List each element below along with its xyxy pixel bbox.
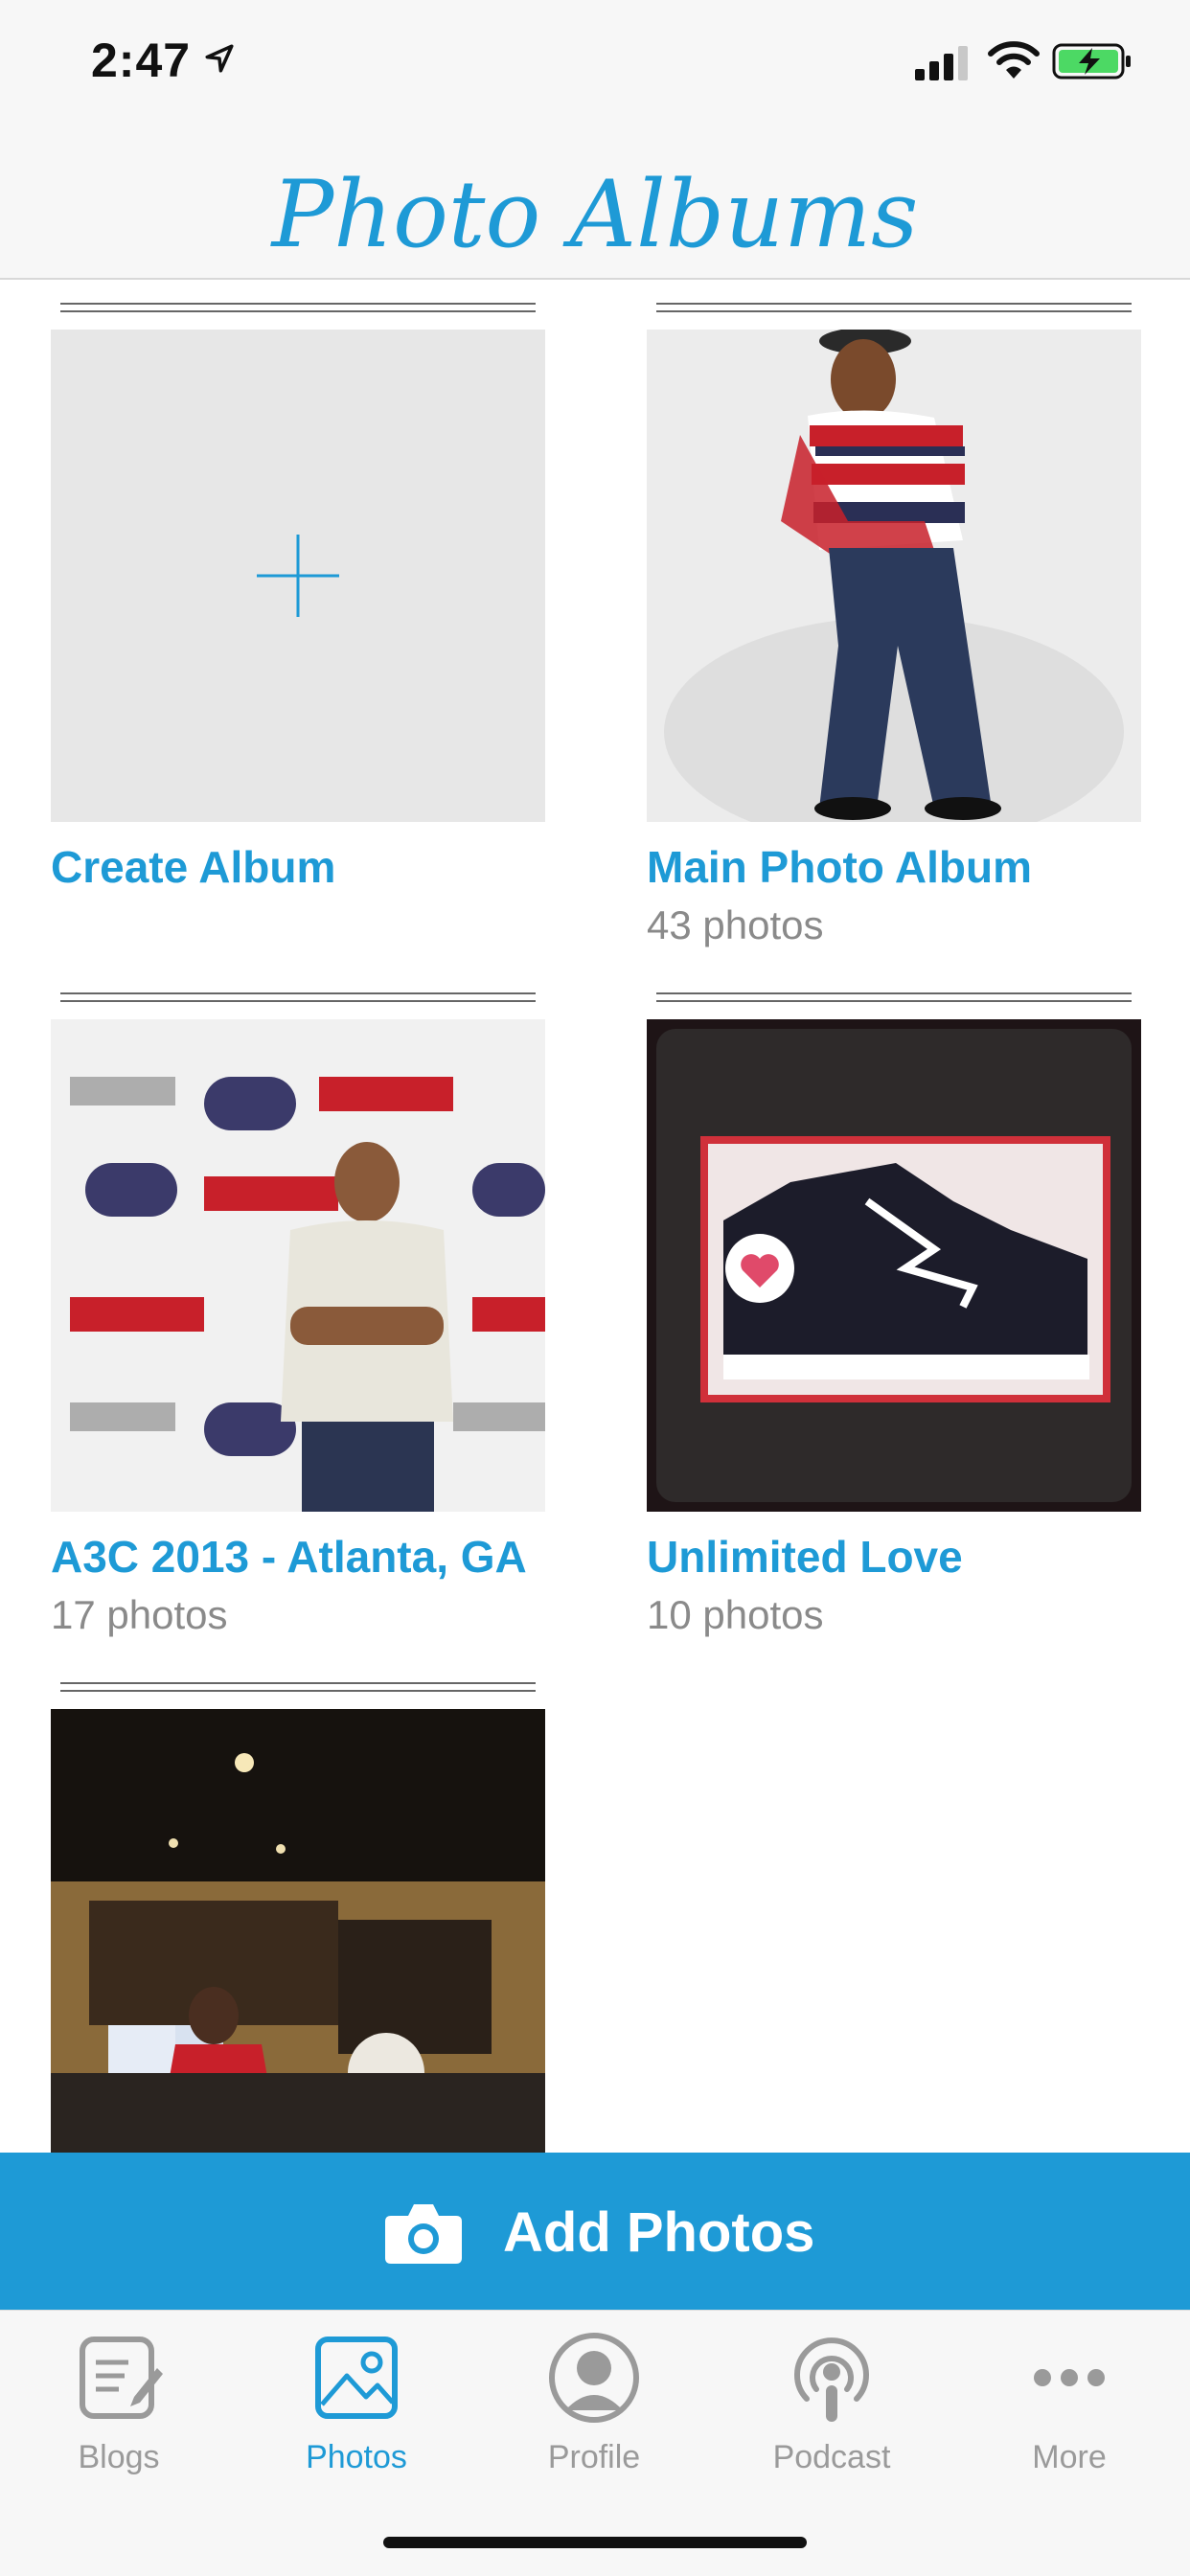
album-cover-image[interactable] [51,1709,545,2153]
tab-blogs[interactable]: Blogs [0,2330,238,2502]
add-photos-button[interactable]: Add Photos [0,2153,1190,2310]
status-time: 2:47 [91,34,192,87]
wifi-icon [988,41,1040,79]
tab-more[interactable]: More [950,2330,1188,2502]
tab-label: Blogs [78,2439,160,2475]
plus-icon [51,330,545,822]
photos-icon [315,2337,398,2419]
home-indicator [383,2537,807,2548]
tab-label: More [1032,2439,1107,2475]
album-photo-count: 17 photos [51,1592,228,1637]
album-divider [60,303,536,312]
album-title[interactable]: Create Album [51,841,335,893]
tab-label: Profile [547,2439,641,2475]
location-arrow-icon [205,44,234,73]
profile-icon [549,2333,639,2423]
add-photos-label: Add Photos [503,2201,815,2264]
album-title[interactable]: A3C 2013 - Atlanta, GA [51,1531,527,1583]
album-photo-count: 10 photos [647,1592,824,1637]
navigation-header: Photo Albums [0,134,1190,280]
album-divider [656,303,1132,312]
album-cover-image[interactable] [647,330,1141,822]
more-icon [1034,2369,1105,2386]
album-divider [60,992,536,1002]
cellular-signal-icon [915,46,968,80]
album-title[interactable]: Unlimited Love [647,1531,963,1583]
battery-charging-icon [1052,43,1131,80]
status-bar: 2:47 [0,0,1190,134]
camera-icon [385,2204,462,2264]
podcast-icon [794,2337,869,2422]
tab-profile[interactable]: Profile [475,2330,713,2502]
tab-label: Photos [306,2439,407,2475]
album-photo-count: 43 photos [647,902,824,947]
album-cover-image[interactable] [51,1019,545,1512]
page-title: Photo Albums [271,161,919,268]
tab-podcast[interactable]: Podcast [713,2330,950,2502]
album-title[interactable]: Main Photo Album [647,841,1032,893]
album-divider [656,992,1132,1002]
blogs-icon [80,2337,163,2419]
album-cover-image[interactable] [647,1019,1141,1512]
tab-photos[interactable]: Photos [238,2330,475,2502]
create-album-tile[interactable] [51,330,545,822]
album-divider [60,1682,536,1692]
tab-label: Podcast [772,2439,891,2475]
